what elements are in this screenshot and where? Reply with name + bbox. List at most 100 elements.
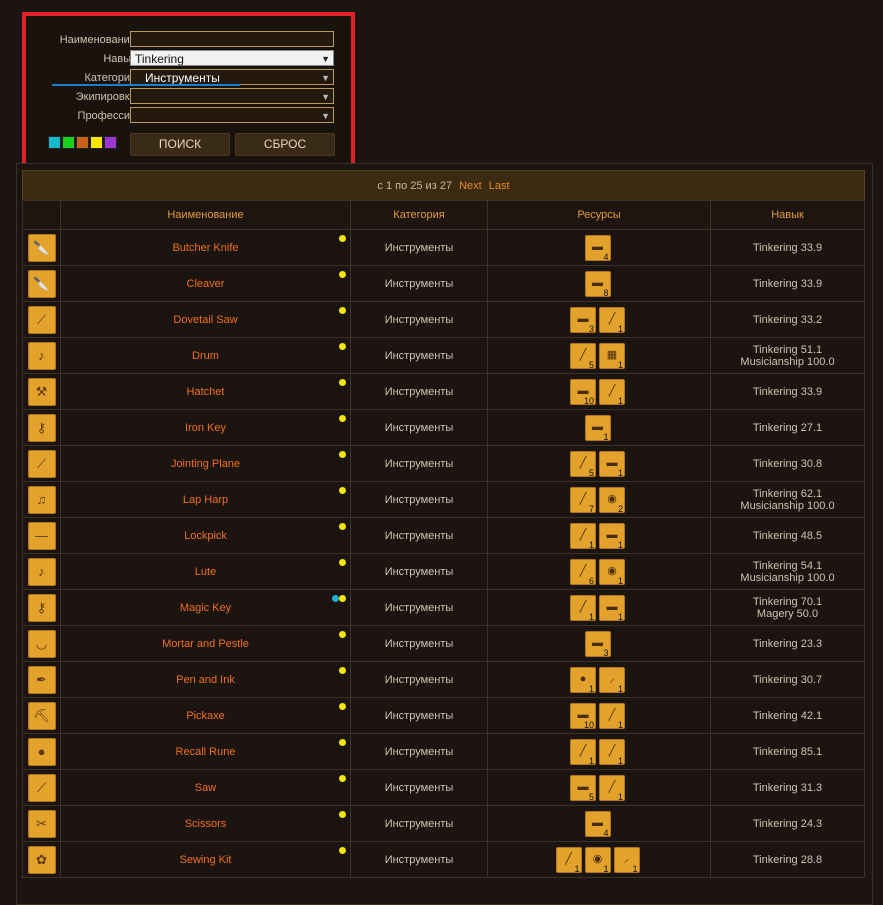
hide-icon[interactable]: ▦ 1	[599, 342, 625, 370]
hatchet-icon[interactable]: ⚒	[27, 377, 56, 406]
ingot-icon[interactable]: ▬ 5	[570, 774, 596, 802]
equip-select[interactable]: ▼	[130, 88, 334, 104]
table-row[interactable]: ⚒ Hatchet Инструменты ▬ 10 ╱ 1 Tinkering 33.9	[22, 373, 865, 410]
cloth-icon[interactable]: ◉ 1	[584, 846, 611, 874]
knife-icon[interactable]: 🔪	[27, 233, 56, 262]
ingot-icon[interactable]: ▬ 10	[570, 702, 596, 730]
item-name-link[interactable]: Mortar and Pestle	[162, 638, 249, 650]
color-swatch[interactable]	[104, 136, 117, 149]
board-icon[interactable]: ╱ 1	[599, 306, 625, 334]
search-button[interactable]: ПОИСК	[130, 133, 230, 156]
table-row[interactable]: ✿ Sewing Kit Инструменты ╱ 1 ◉ 1 ⸝ 1 Tinkering 28…	[22, 841, 865, 878]
lute-icon[interactable]: ♪	[27, 557, 56, 586]
color-swatch[interactable]	[62, 136, 75, 149]
column-header-resources[interactable]: Ресурсы	[487, 200, 711, 230]
sewing-kit-icon[interactable]: ✿	[27, 845, 56, 874]
table-row[interactable]: ⚷ Iron Key Инструменты ▬ 1 Tinkering 27.1	[22, 409, 865, 446]
harp-icon[interactable]: ♫	[27, 485, 56, 514]
board-icon[interactable]: ╱ 1	[599, 378, 625, 406]
table-row[interactable]: ♪ Drum Инструменты ╱ 5 ▦ 1 Tinkering 51.1 Musici…	[22, 337, 865, 374]
item-name-link[interactable]: Scissors	[185, 818, 227, 830]
ingot-icon[interactable]: ▬ 3	[584, 630, 611, 658]
table-row[interactable]: ⟋ Dovetail Saw Инструменты ▬ 3 ╱ 1 Tinkering 33…	[22, 301, 865, 338]
item-name-link[interactable]: Lap Harp	[183, 494, 228, 506]
ingot-icon[interactable]: ▬ 1	[599, 450, 625, 478]
item-name-link[interactable]: Recall Rune	[176, 746, 236, 758]
column-header-skill[interactable]: Навык	[710, 200, 865, 230]
item-name-link[interactable]: Sewing Kit	[180, 854, 232, 866]
item-name-link[interactable]: Lute	[195, 566, 216, 578]
cloth-icon[interactable]: ◉ 2	[599, 486, 625, 514]
plane-icon[interactable]: ⟋	[27, 449, 56, 478]
board-icon[interactable]: ╱ 5	[570, 342, 596, 370]
board-icon[interactable]: ╱ 5	[570, 450, 596, 478]
reset-button[interactable]: СБРОС	[235, 133, 335, 156]
last-page-link[interactable]: Last	[489, 180, 510, 192]
ingot-icon[interactable]: ▬ 1	[599, 594, 625, 622]
table-row[interactable]: ♫ Lap Harp Инструменты ╱ 7 ◉ 2 Tinkering 62.1 Mu…	[22, 481, 865, 518]
item-name-link[interactable]: Cleaver	[187, 278, 225, 290]
cleaver-icon[interactable]: 🔪	[27, 269, 56, 298]
ingot-icon[interactable]: ▬ 4	[584, 810, 611, 838]
board-icon[interactable]: ╱ 1	[555, 846, 582, 874]
saw-icon[interactable]: ⟋	[27, 773, 56, 802]
item-name-link[interactable]: Lockpick	[184, 530, 227, 542]
board-icon[interactable]: ╱ 1	[570, 594, 596, 622]
ingot-icon[interactable]: ▬ 1	[584, 414, 611, 442]
item-name-link[interactable]: Dovetail Saw	[173, 314, 237, 326]
ingot-icon[interactable]: ▬ 4	[584, 234, 611, 262]
ingot-icon[interactable]: ▬ 10	[570, 378, 596, 406]
table-row[interactable]: ⟋ Jointing Plane Инструменты ╱ 5 ▬ 1 Tinkering …	[22, 445, 865, 482]
rune-icon[interactable]: ●	[27, 737, 56, 766]
item-name-link[interactable]: Pen and Ink	[176, 674, 235, 686]
column-header-name[interactable]: Наименование	[60, 200, 351, 230]
ingot-icon[interactable]: ▬ 8	[584, 270, 611, 298]
board-icon[interactable]: ╱ 1	[599, 738, 625, 766]
ink-icon[interactable]: ● 1	[570, 666, 596, 694]
table-row[interactable]: ⟋ Saw Инструменты ▬ 5 ╱ 1 Tinkering 31.3	[22, 769, 865, 806]
feather-icon[interactable]: ⸝ 1	[599, 666, 625, 694]
item-name-link[interactable]: Iron Key	[185, 422, 226, 434]
saw-icon[interactable]: ⟋	[27, 305, 56, 334]
table-row[interactable]: 🔪 Butcher Knife Инструменты ▬ 4 Tinkering 33.…	[22, 229, 865, 266]
board-icon[interactable]: ╱ 1	[599, 702, 625, 730]
item-name-link[interactable]: Drum	[192, 350, 219, 362]
table-row[interactable]: ♪ Lute Инструменты ╱ 6 ◉ 1 Tinkering 54.1 Musici…	[22, 553, 865, 590]
table-row[interactable]: ⚷ Magic Key Инструменты ╱ 1 ▬ 1 Tinkering 70.1 M…	[22, 589, 865, 626]
item-name-link[interactable]: Magic Key	[180, 602, 231, 614]
drum-icon[interactable]: ♪	[27, 341, 56, 370]
item-name-link[interactable]: Pickaxe	[186, 710, 225, 722]
color-swatch[interactable]	[90, 136, 103, 149]
profession-select[interactable]: ▼	[130, 107, 334, 123]
scissors-icon[interactable]: ✂	[27, 809, 56, 838]
table-row[interactable]: ◡ Mortar and Pestle Инструменты ▬ 3 Tinkering…	[22, 625, 865, 662]
ingot-icon[interactable]: ▬ 3	[570, 306, 596, 334]
item-name-link[interactable]: Saw	[195, 782, 216, 794]
board-icon[interactable]: ╱ 1	[570, 522, 596, 550]
key-icon[interactable]: ⚷	[27, 413, 56, 442]
name-input[interactable]	[130, 31, 334, 47]
cloth-icon[interactable]: ◉ 1	[599, 558, 625, 586]
table-row[interactable]: ● Recall Rune Инструменты ╱ 1 ╱ 1 Tinkering 85.…	[22, 733, 865, 770]
item-name-link[interactable]: Jointing Plane	[171, 458, 240, 470]
magic-key-icon[interactable]: ⚷	[27, 593, 56, 622]
board-icon[interactable]: ╱ 6	[570, 558, 596, 586]
lockpick-icon[interactable]: —	[27, 521, 56, 550]
table-row[interactable]: ⛏ Pickaxe Инструменты ▬ 10 ╱ 1 Tinkering 42.1	[22, 697, 865, 734]
ingot-icon[interactable]: ▬ 1	[599, 522, 625, 550]
item-name-link[interactable]: Butcher Knife	[172, 242, 238, 254]
color-swatch[interactable]	[48, 136, 61, 149]
next-page-link[interactable]: Next	[459, 180, 482, 192]
column-header-category[interactable]: Категория	[350, 200, 488, 230]
category-select[interactable]: Инструменты ▼	[130, 69, 334, 85]
table-row[interactable]: — Lockpick Инструменты ╱ 1 ▬ 1 Tinkering 48.5	[22, 517, 865, 554]
skill-select[interactable]: Tinkering ▼	[130, 50, 334, 66]
board-icon[interactable]: ╱ 1	[570, 738, 596, 766]
color-swatch[interactable]	[76, 136, 89, 149]
pen-icon[interactable]: ✒	[27, 665, 56, 694]
board-icon[interactable]: ╱ 1	[599, 774, 625, 802]
pickaxe-icon[interactable]: ⛏	[27, 701, 56, 730]
mortar-icon[interactable]: ◡	[27, 629, 56, 658]
item-name-link[interactable]: Hatchet	[187, 386, 225, 398]
board-icon[interactable]: ╱ 7	[570, 486, 596, 514]
